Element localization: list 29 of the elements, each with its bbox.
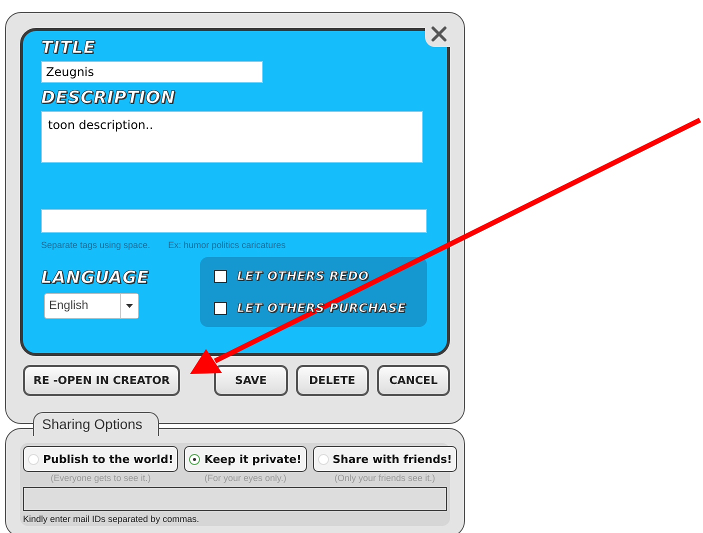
dropdown-button[interactable] (120, 294, 138, 318)
language-select[interactable]: English (44, 293, 139, 319)
title-field[interactable]: Zeugnis (41, 61, 263, 83)
checkbox[interactable] (214, 270, 227, 282)
permission-label: LET OTHERS REDO (237, 268, 369, 285)
title-label: TITLE (41, 37, 96, 59)
sharing-option[interactable]: Publish to the world! (23, 446, 178, 472)
tags-example: Ex: humor politics caricatures (168, 240, 286, 250)
action-button[interactable]: SAVE (214, 365, 288, 396)
sharing-tab[interactable]: Sharing Options (33, 412, 159, 436)
close-icon (431, 26, 447, 42)
action-button[interactable]: RE -OPEN IN CREATOR (23, 365, 180, 396)
option-caption: (Only your friends see it.) (334, 473, 436, 483)
action-button[interactable]: DELETE (296, 365, 369, 396)
checkbox[interactable] (214, 302, 227, 314)
caret-icon (126, 304, 133, 308)
email-field[interactable] (23, 487, 447, 511)
sharing-option[interactable]: Share with friends! (312, 446, 458, 472)
option-caption: (For your eyes only.) (204, 473, 286, 483)
radio-button[interactable] (189, 454, 200, 464)
sharing-option[interactable]: Keep it private! (184, 446, 307, 472)
description-field[interactable]: toon description.. (41, 111, 423, 163)
tags-field[interactable] (41, 209, 427, 233)
email-hint: Kindly enter mail IDs separated by commas. (23, 514, 200, 524)
description-label: DESCRIPTION (41, 87, 176, 109)
tags-hint: Separate tags using space. (41, 240, 150, 250)
action-button[interactable]: CANCEL (376, 365, 450, 396)
language-label: LANGUAGE (41, 267, 149, 289)
option-caption: (Everyone gets to see it.) (50, 473, 151, 483)
